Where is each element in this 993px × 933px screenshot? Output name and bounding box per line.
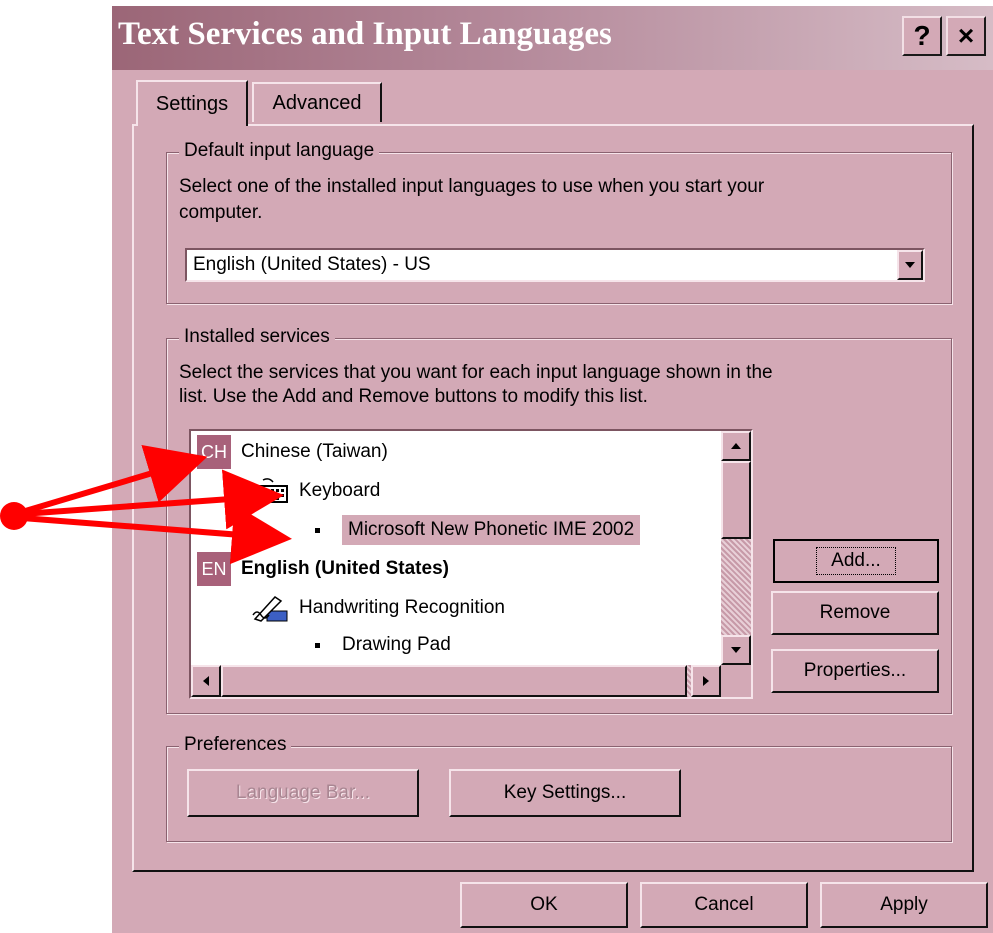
- annotation-overlay: [0, 445, 292, 565]
- tab-settings[interactable]: Settings: [136, 80, 248, 126]
- annotation-arrow-ime: [21, 504, 292, 565]
